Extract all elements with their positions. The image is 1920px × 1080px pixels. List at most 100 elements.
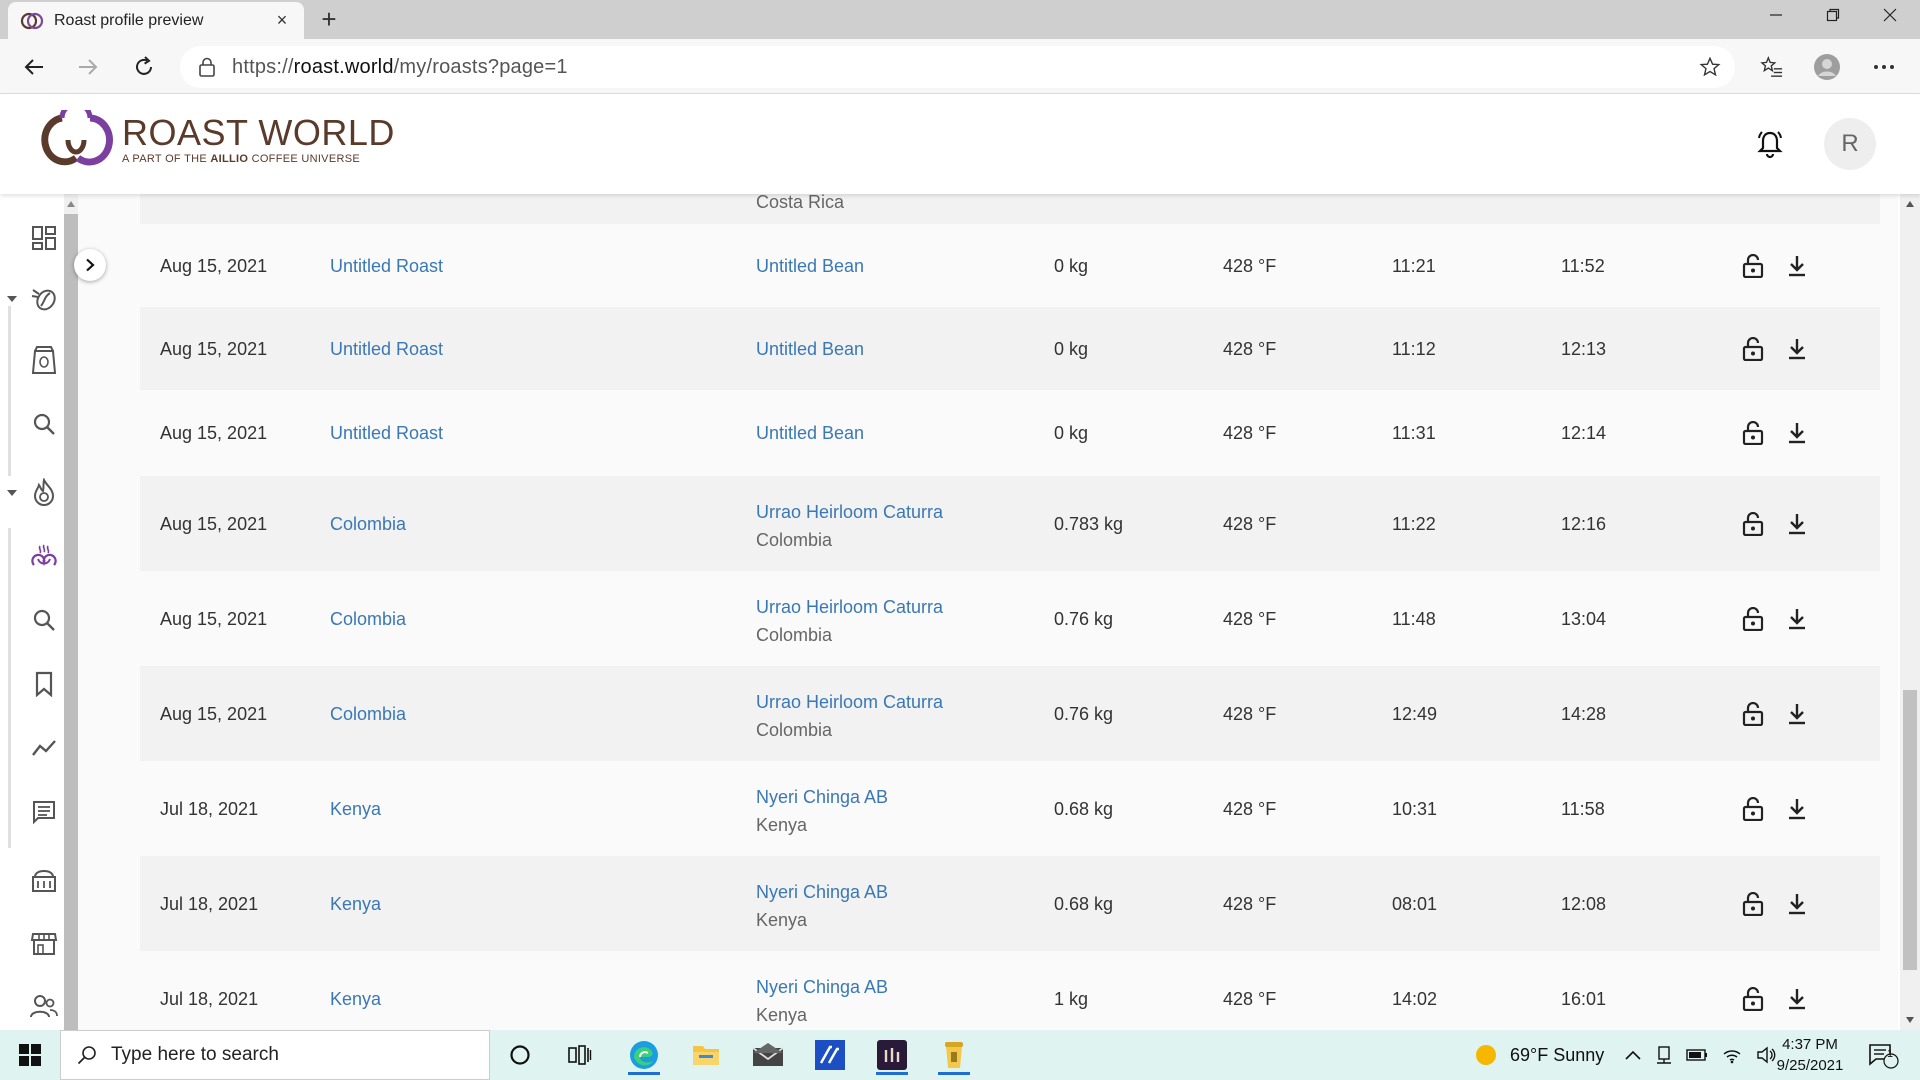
taskbar-app-file-explorer[interactable] <box>682 1035 730 1075</box>
minimize-button[interactable] <box>1748 0 1804 30</box>
wifi-icon[interactable] <box>1722 1046 1742 1064</box>
download-button[interactable] <box>1784 986 1810 1012</box>
roast-name-link[interactable]: Kenya <box>330 894 381 915</box>
sidebar-item-community[interactable] <box>28 990 60 1022</box>
table-row[interactable]: Aug 15, 2021 Untitled Roast Untitled Bean 0… <box>140 307 1880 390</box>
notification-center-button[interactable]: 1 <box>1866 1030 1900 1080</box>
more-button[interactable] <box>1864 47 1904 87</box>
start-button[interactable] <box>0 1030 60 1080</box>
download-button[interactable] <box>1784 420 1810 446</box>
refresh-button[interactable] <box>124 47 164 87</box>
favorites-button[interactable] <box>1752 47 1792 87</box>
download-button[interactable] <box>1784 336 1810 362</box>
table-row[interactable]: Aug 15, 2021 Colombia Urrao Heirloom Catur… <box>140 476 1880 571</box>
bean-link[interactable]: Urrao Heirloom Caturra <box>756 692 943 713</box>
roast-name-link[interactable]: Colombia <box>330 609 406 630</box>
profile-button[interactable] <box>1807 47 1847 87</box>
forward-button[interactable] <box>68 47 108 87</box>
caret-down-icon[interactable] <box>6 294 18 304</box>
bean-link[interactable]: Nyeri Chinga AB <box>756 977 888 998</box>
sidebar-item-inventory[interactable] <box>28 344 60 376</box>
table-row[interactable]: Aug 15, 2021 Untitled Roast Untitled Bean 0… <box>140 224 1880 307</box>
device-icon[interactable] <box>1656 1045 1672 1065</box>
sidebar-item-messages[interactable] <box>28 796 60 828</box>
table-row-partial[interactable]: Costa Rica <box>140 194 1880 224</box>
roast-name-link[interactable]: Colombia <box>330 514 406 535</box>
triangle-up-icon[interactable] <box>1900 194 1920 214</box>
roast-name-link[interactable]: Untitled Roast <box>330 256 443 277</box>
notifications-button[interactable] <box>1754 128 1786 160</box>
privacy-lock-button[interactable] <box>1740 606 1766 632</box>
bean-link[interactable]: Nyeri Chinga AB <box>756 787 888 808</box>
download-button[interactable] <box>1784 511 1810 537</box>
sidebar-item-bookmarks[interactable] <box>28 668 60 700</box>
table-row[interactable]: Aug 15, 2021 Colombia Urrao Heirloom Catur… <box>140 571 1880 666</box>
sidebar-item-analytics[interactable] <box>28 732 60 764</box>
privacy-lock-button[interactable] <box>1740 420 1766 446</box>
sidebar-item-roasts[interactable] <box>28 476 60 508</box>
triangle-down-icon[interactable] <box>1900 1010 1920 1030</box>
sidebar-scroll-up[interactable] <box>64 194 78 214</box>
user-avatar[interactable]: R <box>1824 118 1876 170</box>
download-button[interactable] <box>1784 796 1810 822</box>
privacy-lock-button[interactable] <box>1740 796 1766 822</box>
weather-widget[interactable]: 69°F Sunny <box>1474 1030 1604 1080</box>
privacy-lock-button[interactable] <box>1740 891 1766 917</box>
download-button[interactable] <box>1784 606 1810 632</box>
table-row[interactable]: Jul 18, 2021 Kenya Nyeri Chinga AB Kenya 1 k… <box>140 951 1880 1030</box>
download-button[interactable] <box>1784 701 1810 727</box>
task-view-button[interactable] <box>556 1035 604 1075</box>
roast-name-link[interactable]: Untitled Roast <box>330 339 443 360</box>
bean-link[interactable]: Nyeri Chinga AB <box>756 882 888 903</box>
taskbar-app-blue[interactable] <box>806 1035 854 1075</box>
caret-down-icon[interactable] <box>6 488 18 498</box>
back-button[interactable] <box>14 47 54 87</box>
chevron-up-icon[interactable] <box>1624 1049 1642 1061</box>
bean-link[interactable]: Urrao Heirloom Caturra <box>756 597 943 618</box>
privacy-lock-button[interactable] <box>1740 336 1766 362</box>
page-scrollbar-thumb[interactable] <box>1903 690 1917 970</box>
close-window-button[interactable] <box>1862 0 1918 30</box>
restore-button[interactable] <box>1805 0 1861 30</box>
bean-link[interactable]: Urrao Heirloom Caturra <box>756 502 943 523</box>
roast-name-link[interactable]: Kenya <box>330 799 381 820</box>
expand-sidebar-button[interactable] <box>74 249 106 281</box>
download-button[interactable] <box>1784 891 1810 917</box>
roast-name-link[interactable]: Kenya <box>330 989 381 1010</box>
battery-icon[interactable] <box>1686 1048 1708 1062</box>
sidebar-item-beans[interactable] <box>28 282 60 314</box>
roast-world-logo[interactable]: ROAST WORLD A PART OF THE AILLIO COFFEE … <box>38 110 395 170</box>
privacy-lock-button[interactable] <box>1740 253 1766 279</box>
favorite-button[interactable] <box>1690 47 1730 87</box>
roast-name-link[interactable]: Colombia <box>330 704 406 725</box>
taskbar-app-aillio[interactable] <box>930 1035 978 1075</box>
table-row[interactable]: Jul 18, 2021 Kenya Nyeri Chinga AB Kenya 0.6… <box>140 761 1880 856</box>
taskbar-app-edge[interactable] <box>620 1035 668 1075</box>
bean-link[interactable]: Untitled Bean <box>756 339 864 360</box>
table-row[interactable]: Aug 15, 2021 Colombia Urrao Heirloom Catur… <box>140 666 1880 761</box>
taskbar-clock[interactable]: 4:37 PM 9/25/2021 <box>1760 1034 1860 1076</box>
table-row[interactable]: Aug 15, 2021 Untitled Roast Untitled Bean 0… <box>140 390 1880 476</box>
sidebar-item-search-beans[interactable] <box>28 408 60 440</box>
privacy-lock-button[interactable] <box>1740 511 1766 537</box>
bean-link[interactable]: Untitled Bean <box>756 423 864 444</box>
taskbar-app-dark[interactable] <box>868 1035 916 1075</box>
taskbar-app-mail[interactable] <box>744 1035 792 1075</box>
download-button[interactable] <box>1784 253 1810 279</box>
sidebar-item-my-roasts[interactable] <box>28 542 60 574</box>
sidebar-item-dashboard[interactable] <box>28 222 60 254</box>
privacy-lock-button[interactable] <box>1740 986 1766 1012</box>
tab-close-icon[interactable]: × <box>272 10 292 31</box>
new-tab-button[interactable]: + <box>314 4 344 34</box>
taskbar-search[interactable]: Type here to search <box>60 1030 490 1080</box>
bean-link[interactable]: Untitled Bean <box>756 256 864 277</box>
cortana-button[interactable] <box>496 1035 544 1075</box>
sidebar-item-search-roasts[interactable] <box>28 604 60 636</box>
privacy-lock-button[interactable] <box>1740 701 1766 727</box>
table-row[interactable]: Jul 18, 2021 Kenya Nyeri Chinga AB Kenya 0.6… <box>140 856 1880 951</box>
roast-name-link[interactable]: Untitled Roast <box>330 423 443 444</box>
sidebar-item-roaster[interactable] <box>28 866 60 898</box>
sidebar-scrollbar[interactable] <box>64 194 78 1030</box>
address-bar[interactable]: https://roast.world/my/roasts?page=1 <box>180 46 1735 88</box>
browser-tab[interactable]: Roast profile preview × <box>8 2 304 39</box>
